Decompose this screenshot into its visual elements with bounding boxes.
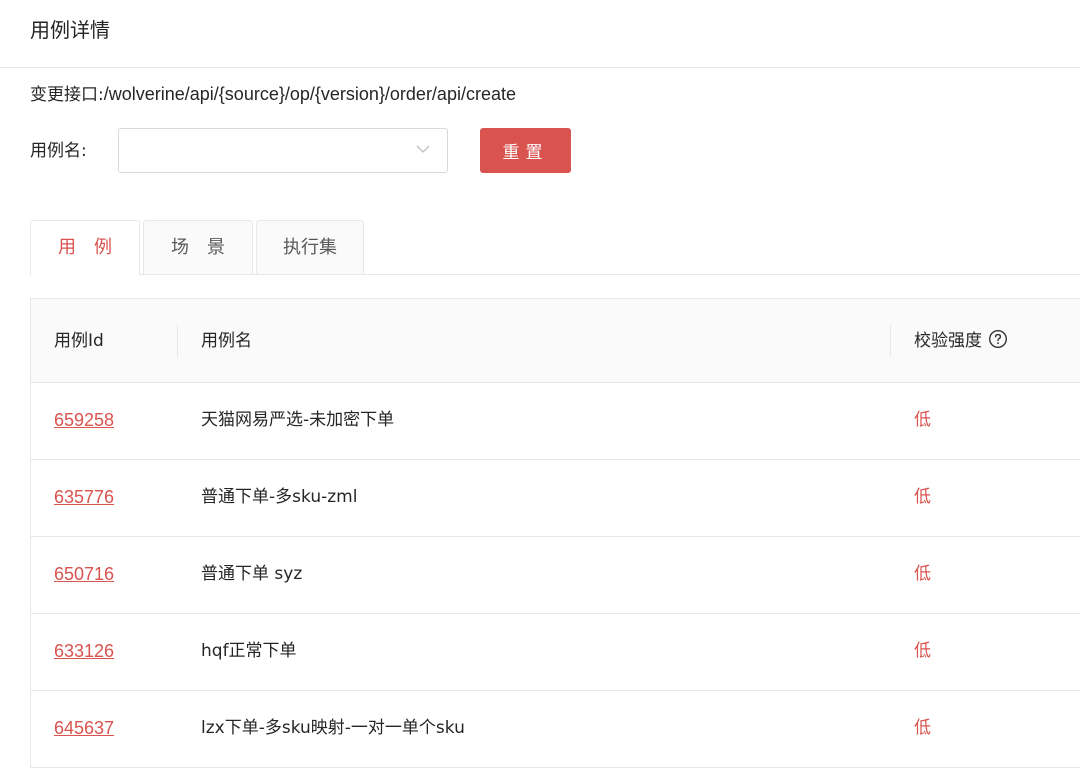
table-row: 659258 天猫网易严选-未加密下单 低 bbox=[31, 383, 1080, 460]
api-label: 变更接口: bbox=[30, 85, 104, 105]
column-header-level-label: 校验强度 bbox=[914, 331, 982, 351]
check-level: 低 bbox=[914, 487, 931, 507]
case-id-link[interactable]: 645637 bbox=[54, 716, 114, 740]
check-level: 低 bbox=[914, 564, 931, 584]
case-name-select[interactable] bbox=[118, 128, 448, 173]
case-id-link[interactable]: 650716 bbox=[54, 562, 114, 586]
case-name: 天猫网易严选-未加密下单 bbox=[201, 410, 395, 430]
chevron-down-icon bbox=[416, 145, 430, 153]
table-header: 用例Id 用例名 校验强度 bbox=[31, 299, 1080, 383]
cases-table: 用例Id 用例名 校验强度 659258 天猫网易严选-未加密下单 低 6357… bbox=[30, 298, 1080, 768]
table-row: 645637 lzx下单-多sku映射-一对一单个sku 低 bbox=[31, 691, 1080, 768]
case-name: lzx下单-多sku映射-一对一单个sku bbox=[201, 718, 465, 738]
column-header-id: 用例Id bbox=[54, 331, 104, 351]
case-id-link[interactable]: 635776 bbox=[54, 485, 114, 509]
tab-cases[interactable]: 用例 bbox=[30, 220, 140, 276]
tab-scenes[interactable]: 场景 bbox=[143, 220, 253, 275]
tab-execution-sets[interactable]: 执行集 bbox=[256, 220, 364, 275]
column-divider bbox=[890, 325, 891, 357]
case-name: hqf正常下单 bbox=[201, 641, 297, 661]
page-title: 用例详情 bbox=[30, 18, 110, 42]
case-id-link[interactable]: 659258 bbox=[54, 408, 114, 432]
check-level: 低 bbox=[914, 641, 931, 661]
table-row: 633126 hqf正常下单 低 bbox=[31, 614, 1080, 691]
table-row: 635776 普通下单-多sku-zml 低 bbox=[31, 460, 1080, 537]
case-name-label: 用例名: bbox=[30, 141, 87, 161]
page-header: 用例详情 bbox=[0, 0, 1080, 68]
column-divider bbox=[177, 325, 178, 357]
question-circle-icon[interactable] bbox=[988, 329, 1008, 349]
column-header-level: 校验强度 bbox=[914, 329, 1008, 353]
check-level: 低 bbox=[914, 718, 931, 738]
api-path: /wolverine/api/{source}/op/{version}/ord… bbox=[103, 84, 516, 104]
case-name: 普通下单 syz bbox=[201, 564, 303, 584]
case-id-link[interactable]: 633126 bbox=[54, 639, 114, 663]
reset-button[interactable]: 重置 bbox=[480, 128, 571, 173]
case-name: 普通下单-多sku-zml bbox=[201, 487, 358, 507]
api-info: 变更接口:/wolverine/api/{source}/op/{version… bbox=[30, 82, 516, 107]
column-header-name: 用例名 bbox=[201, 331, 252, 351]
table-row: 650716 普通下单 syz 低 bbox=[31, 537, 1080, 614]
check-level: 低 bbox=[914, 410, 931, 430]
